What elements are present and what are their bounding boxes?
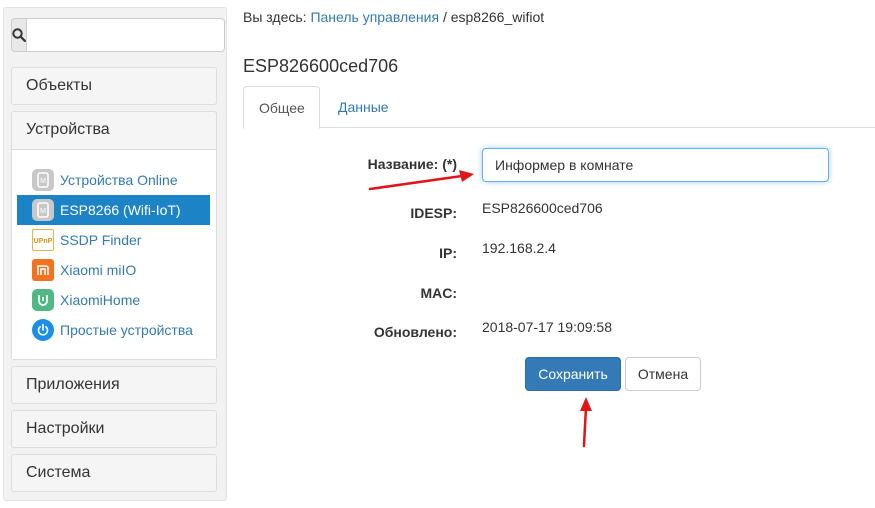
mac-label: MAC: (420, 285, 457, 301)
panel-devices-title[interactable]: Устройства (12, 112, 216, 148)
menu-item-label: Простые устройства (60, 322, 193, 338)
panel-settings[interactable]: Настройки (11, 410, 217, 448)
menu-item-label: Устройства Online (60, 172, 178, 188)
updated-label: Обновлено: (373, 324, 457, 340)
updated-value: 2018-07-17 19:09:58 (482, 319, 612, 335)
svg-text:UPnP: UPnP (34, 238, 53, 245)
upnp-icon: UPnP (32, 229, 54, 251)
search-icon (12, 28, 26, 42)
page-title: ESP826600ced706 (243, 56, 399, 76)
breadcrumb-current: esp8266_wifiot (450, 9, 545, 25)
search-box (11, 18, 225, 52)
xiaomi-home-icon (32, 289, 54, 311)
menu-item-label: SSDP Finder (60, 232, 142, 248)
panel-apps[interactable]: Приложения (11, 366, 217, 404)
ip-value: 192.168.2.4 (482, 240, 556, 256)
breadcrumb-link-dashboard[interactable]: Панель управления (310, 9, 439, 25)
svg-text:M: M (40, 178, 46, 185)
arrow-to-save-button (580, 397, 592, 448)
devices-menu: M Устройства Online M ESP8266 (Wifi-IoT)… (12, 149, 216, 359)
search-input[interactable] (27, 18, 225, 52)
menu-item-label: Xiaomi miIO (60, 262, 137, 278)
ip-label: IP: (439, 245, 457, 261)
panel-system-title[interactable]: Система (12, 455, 216, 491)
name-field[interactable] (482, 148, 829, 182)
tab-data[interactable]: Данные (323, 86, 404, 128)
sidebar: Объекты Устройства M Устройства Online M… (3, 7, 227, 501)
arrow-to-name-field (368, 170, 474, 191)
menu-item-label: XiaomiHome (60, 292, 141, 308)
breadcrumb-prefix: Вы здесь: (243, 9, 311, 25)
panel-apps-title[interactable]: Приложения (12, 367, 216, 403)
breadcrumb: Вы здесь: Панель управления / esp8266_wi… (243, 9, 544, 25)
panel-devices: Устройства M Устройства Online M ESP8266… (11, 111, 217, 360)
panel-settings-title[interactable]: Настройки (12, 411, 216, 447)
device-icon: M (32, 199, 54, 221)
breadcrumb-separator: / (439, 9, 451, 25)
menu-item-devices-online[interactable]: M Устройства Online (17, 165, 210, 195)
mi-icon (32, 259, 54, 281)
tab-bar: Общее Данные (243, 86, 875, 129)
search-button[interactable] (11, 18, 27, 52)
menu-item-esp8266[interactable]: M ESP8266 (Wifi-IoT) (17, 195, 210, 225)
tab-general[interactable]: Общее (243, 86, 320, 129)
panel-objects-title[interactable]: Объекты (12, 68, 216, 104)
save-button[interactable]: Сохранить (525, 357, 621, 391)
idesp-label: IDESP: (410, 205, 457, 221)
panel-objects[interactable]: Объекты (11, 67, 217, 105)
menu-item-label: ESP8266 (Wifi-IoT) (60, 202, 181, 218)
idesp-value: ESP826600ced706 (482, 200, 603, 216)
menu-item-simple-devices[interactable]: Простые устройства (17, 315, 210, 345)
name-label: Название: (*) (367, 156, 457, 172)
power-icon (32, 319, 54, 341)
cancel-button[interactable]: Отмена (625, 357, 701, 391)
device-icon: M (32, 169, 54, 191)
svg-text:M: M (40, 208, 46, 215)
menu-item-xiaomihome[interactable]: XiaomiHome (17, 285, 210, 315)
panel-system[interactable]: Система (11, 454, 217, 492)
menu-item-ssdp-finder[interactable]: UPnP SSDP Finder (17, 225, 210, 255)
menu-item-xiaomi-miio[interactable]: Xiaomi miIO (17, 255, 210, 285)
